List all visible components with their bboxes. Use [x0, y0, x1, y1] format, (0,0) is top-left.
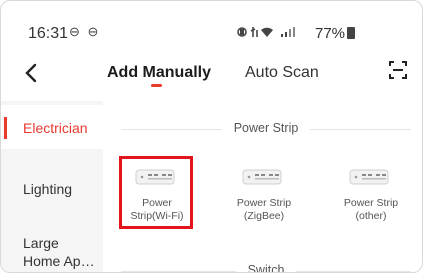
sidebar-item-label: Electrician — [23, 120, 88, 136]
section-title: Power Strip — [221, 121, 311, 135]
sidebar-item-lighting[interactable]: Lighting — [1, 159, 103, 203]
sidebar-item-electrician[interactable]: Electrician — [1, 105, 103, 149]
status-time: 16:31 — [28, 25, 69, 42]
device-name: Power Strip (other) — [343, 197, 399, 222]
phone-screen: 16:31 ⊖ ⊖ 77% Add Manually Auto Scan Ele… — [0, 0, 423, 273]
device-power-strip-other[interactable]: Power Strip (other) — [331, 166, 411, 226]
header-bar: Add Manually Auto Scan — [1, 51, 422, 97]
category-sidebar: Electrician Lighting Large Home Ap… — [1, 101, 103, 272]
active-tab-indicator — [151, 84, 162, 87]
battery-percent: 77% — [315, 25, 346, 42]
section-header-switch: Switch — [121, 261, 411, 272]
sidebar-item-label: Large Home Ap… — [23, 235, 95, 269]
sidebar-item-large-home-appliances[interactable]: Large Home Ap… — [1, 211, 103, 272]
notification-icons: ⊖ ⊖ — [69, 24, 101, 39]
selection-highlight-box — [119, 156, 193, 229]
active-category-indicator — [4, 117, 7, 139]
tab-auto-scan[interactable]: Auto Scan — [245, 64, 319, 82]
tab-add-manually[interactable]: Add Manually — [107, 64, 211, 82]
battery-icon — [347, 27, 356, 39]
device-name: Power Strip (ZigBee) — [236, 197, 292, 222]
battery-status: 77% — [315, 25, 356, 42]
device-power-strip-zigbee[interactable]: Power Strip (ZigBee) — [224, 166, 304, 226]
sidebar-item-label: Lighting — [23, 181, 73, 197]
system-status-icons — [237, 25, 309, 42]
power-strip-icon — [349, 169, 389, 185]
scan-icon[interactable] — [388, 60, 408, 80]
back-arrow-icon[interactable] — [22, 61, 42, 85]
status-bar: 16:31 ⊖ ⊖ 77% — [1, 1, 422, 47]
section-header-power-strip: Power Strip — [121, 119, 411, 139]
power-strip-icon — [242, 169, 282, 185]
section-title: Switch — [235, 263, 297, 272]
signal-wifi-icons — [237, 27, 295, 37]
